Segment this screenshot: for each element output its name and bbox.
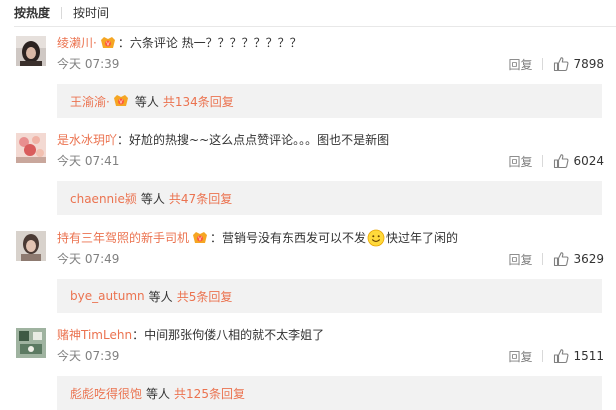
reply-summary-username[interactable]: bye_autumn	[70, 289, 145, 303]
like-count: 3629	[573, 252, 604, 266]
reply-button[interactable]: 回复	[508, 56, 532, 73]
reply-total-count: 125	[186, 386, 209, 401]
svg-text:V: V	[106, 42, 110, 48]
avatar[interactable]	[16, 328, 46, 358]
comment-item: 持有三年驾照的新手司机 V ： 营销号没有东西发可以不发 快过年了闲的 今天 0…	[0, 225, 616, 323]
comment-colon: ：	[117, 36, 130, 50]
actions-divider	[542, 253, 544, 265]
reply-summary-etc: 等人	[140, 191, 165, 206]
comment-item: 绫濑川· V ： 六条评论 热一？？？？？？？？ 今天 07:39 回复 789…	[0, 30, 616, 128]
comment-colon: ：	[210, 231, 223, 245]
reply-total-count: 47	[180, 191, 197, 206]
header-divider	[14, 26, 616, 27]
comment-username[interactable]: 绫濑川·	[57, 34, 97, 52]
reply-summary[interactable]: 彪彪吃得很饱 等人 共125条回复	[57, 376, 602, 410]
vip-badge-icon: V	[99, 36, 117, 50]
avatar[interactable]	[16, 36, 46, 66]
comment-actions: 回复 7898	[508, 55, 604, 73]
reply-summary-etc: 等人	[146, 386, 171, 401]
svg-text:V: V	[119, 100, 123, 106]
reply-summary-total[interactable]: 共134条回复	[163, 93, 234, 110]
comment-time: 今天 07:39	[57, 349, 120, 363]
actions-divider	[542, 350, 544, 362]
like-button[interactable]: 3629	[553, 251, 604, 267]
comment-actions: 回复 3629	[508, 250, 604, 268]
like-count: 1511	[573, 349, 604, 363]
reply-summary-username[interactable]: 王渝渝·	[70, 93, 110, 110]
reply-summary-etc: 等人	[134, 94, 159, 109]
smile-emoji-icon	[367, 229, 385, 247]
comment-username[interactable]: 持有三年驾照的新手司机	[57, 229, 189, 247]
reply-button[interactable]: 回复	[508, 153, 532, 170]
comment-colon: ：	[117, 133, 130, 147]
comment-item: 是水冰玥吖 ： 好尬的热搜~~这么点点赞评论。。。图也不是新图 今天 07:41…	[0, 127, 616, 225]
reply-summary-username[interactable]: chaennie颍	[70, 190, 137, 207]
comment-time: 今天 07:41	[57, 154, 120, 168]
total-prefix: 共	[176, 289, 189, 304]
reply-summary[interactable]: bye_autumn 等人 共5条回复	[57, 279, 602, 313]
comment-actions: 回复 6024	[508, 152, 604, 170]
comment-line: 赌神TimLehn ： 中间那张佝偻八相的就不太李姐了	[57, 326, 324, 344]
total-suffix: 条回复	[208, 386, 245, 401]
avatar[interactable]	[16, 231, 46, 261]
comment-time: 今天 07:49	[57, 252, 120, 266]
reply-summary-total[interactable]: 共125条回复	[174, 385, 245, 402]
reply-summary-total[interactable]: 共47条回复	[169, 190, 232, 207]
reply-summary-username[interactable]: 彪彪吃得很饱	[70, 385, 142, 402]
total-suffix: 条回复	[196, 289, 233, 304]
like-button[interactable]: 7898	[553, 56, 604, 72]
avatar[interactable]	[16, 133, 46, 163]
actions-divider	[542, 155, 544, 167]
sort-divider	[61, 7, 63, 19]
comment-line: 是水冰玥吖 ： 好尬的热搜~~这么点点赞评论。。。图也不是新图	[57, 131, 389, 149]
comment-line: 绫濑川· V ： 六条评论 热一？？？？？？？？	[57, 34, 302, 52]
thumbs-up-icon	[554, 154, 569, 169]
sort-by-hot-tab[interactable]: 按热度	[14, 4, 50, 22]
thumbs-up-icon	[554, 57, 569, 72]
like-count: 6024	[573, 154, 604, 168]
comment-text-after: 快过年了闲的	[386, 231, 459, 245]
total-prefix: 共	[168, 191, 181, 206]
like-button[interactable]: 1511	[553, 348, 604, 364]
svg-text:V: V	[198, 237, 202, 243]
actions-divider	[542, 58, 544, 70]
reply-button[interactable]: 回复	[508, 348, 532, 365]
total-prefix: 共	[162, 94, 175, 109]
total-suffix: 条回复	[196, 191, 233, 206]
like-button[interactable]: 6024	[553, 153, 604, 169]
comment-actions: 回复 1511	[508, 347, 604, 365]
total-suffix: 条回复	[197, 94, 234, 109]
comment-colon: ：	[132, 328, 145, 342]
comment-item: 赌神TimLehn ： 中间那张佝偻八相的就不太李姐了 今天 07:39 回复 …	[0, 322, 616, 410]
reply-total-count: 134	[174, 94, 198, 109]
comment-username[interactable]: 是水冰玥吖	[57, 131, 117, 149]
thumbs-up-icon	[554, 252, 569, 267]
sort-by-time-tab[interactable]: 按时间	[73, 4, 109, 22]
comment-text: 营销号没有东西发可以不发	[222, 231, 367, 245]
total-prefix: 共	[174, 386, 187, 401]
comment-username[interactable]: 赌神TimLehn	[57, 326, 132, 344]
reply-summary[interactable]: chaennie颍 等人 共47条回复	[57, 181, 602, 215]
comment-line: 持有三年驾照的新手司机 V ： 营销号没有东西发可以不发 快过年了闲的	[57, 229, 458, 247]
sort-bar: 按热度 按时间	[14, 4, 109, 22]
comment-text: 中间那张佝偻八相的就不太李姐了	[144, 328, 325, 342]
vip-badge-icon: V	[112, 94, 130, 108]
comment-text: 六条评论 热一？？？？？？？？	[129, 36, 302, 50]
reply-summary-total[interactable]: 共5条回复	[177, 288, 233, 305]
reply-summary-etc: 等人	[148, 289, 173, 304]
comment-time: 今天 07:39	[57, 57, 120, 71]
vip-badge-icon: V	[191, 231, 209, 245]
comment-text: 好尬的热搜~~这么点点赞评论。。。图也不是新图	[129, 133, 390, 147]
reply-button[interactable]: 回复	[508, 251, 532, 268]
reply-summary[interactable]: 王渝渝· V 等人 共134条回复	[57, 84, 602, 118]
thumbs-up-icon	[554, 349, 569, 364]
like-count: 7898	[573, 57, 604, 71]
